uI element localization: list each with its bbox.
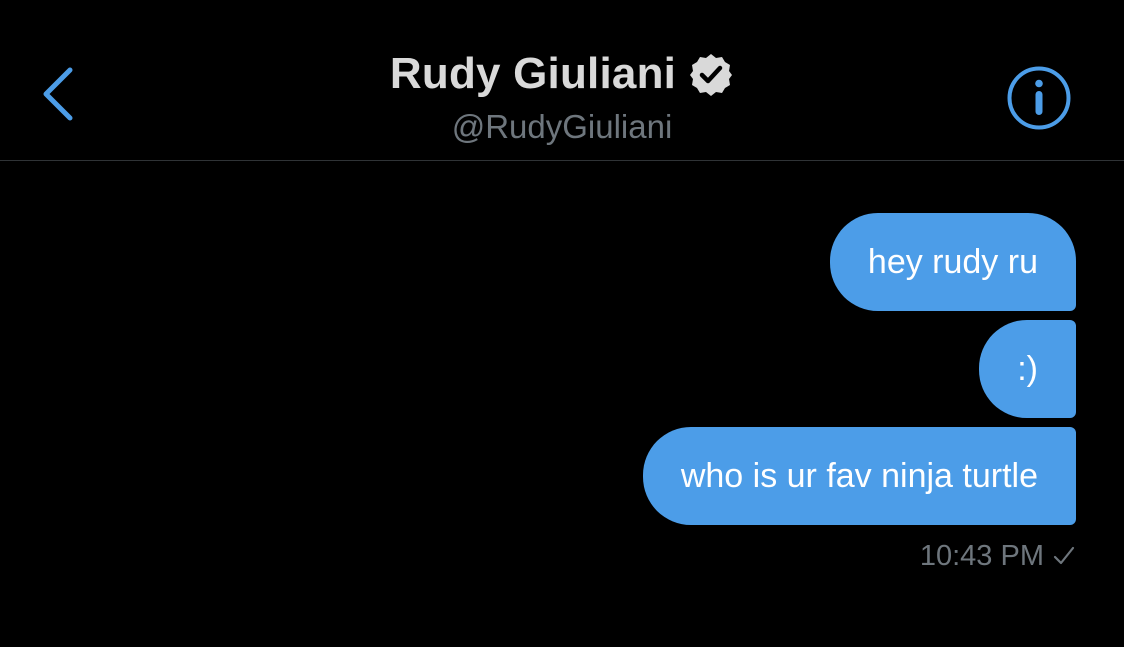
- contact-handle: @RudyGiuliani: [451, 108, 673, 145]
- conversation-header: Rudy Giuliani @RudyGiuliani: [0, 0, 1124, 161]
- message-bubble[interactable]: :): [979, 320, 1076, 418]
- check-icon: [1053, 546, 1075, 565]
- message-bubble[interactable]: hey rudy ru: [829, 213, 1076, 311]
- conversation-title-block[interactable]: Rudy Giuliani @RudyGiuliani: [0, 44, 1124, 148]
- message-bubble[interactable]: who is ur fav ninja turtle: [642, 427, 1076, 525]
- message-status: 10:43 PM: [920, 536, 1076, 576]
- info-button[interactable]: [1006, 65, 1072, 131]
- info-icon: [1007, 66, 1071, 130]
- verified-badge-icon: [690, 54, 733, 96]
- contact-name: Rudy Giuliani: [389, 49, 677, 98]
- message-thread: hey rudy ru :) who is ur fav ninja turtl…: [642, 213, 1076, 525]
- message-timestamp: 10:43 PM: [919, 540, 1044, 572]
